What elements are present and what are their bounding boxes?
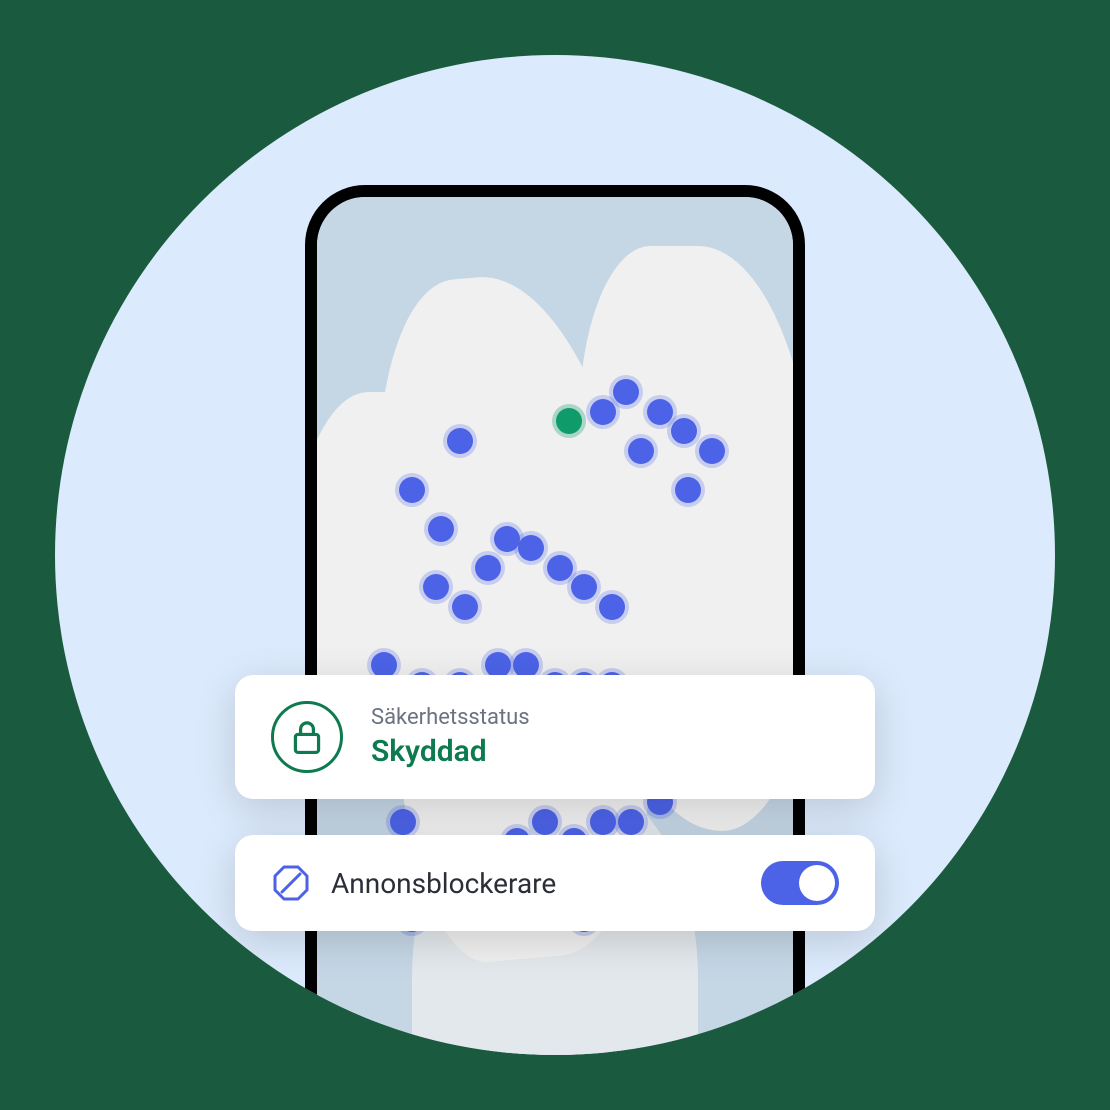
server-location-dot[interactable]: [599, 594, 625, 620]
adblocker-label: Annonsblockerare: [331, 867, 556, 900]
server-location-dot[interactable]: [590, 399, 616, 425]
server-location-dot[interactable]: [532, 809, 558, 835]
toggle-knob: [799, 865, 835, 901]
server-location-dot[interactable]: [518, 535, 544, 561]
server-location-dot[interactable]: [618, 809, 644, 835]
server-location-dot[interactable]: [613, 379, 639, 405]
server-location-dot[interactable]: [699, 438, 725, 464]
server-location-dot[interactable]: [675, 477, 701, 503]
server-location-dot[interactable]: [399, 477, 425, 503]
security-status-card[interactable]: Säkerhetsstatus Skyddad: [235, 675, 875, 799]
adblocker-toggle[interactable]: [761, 861, 839, 905]
server-location-dot[interactable]: [547, 555, 573, 581]
server-location-dot[interactable]: [494, 526, 520, 552]
server-location-dot[interactable]: [571, 574, 597, 600]
current-location-dot[interactable]: [556, 408, 582, 434]
server-location-dot[interactable]: [390, 809, 416, 835]
server-location-dot[interactable]: [423, 574, 449, 600]
block-icon: [271, 863, 311, 903]
status-text-group: Säkerhetsstatus Skyddad: [371, 705, 530, 769]
server-location-dot[interactable]: [452, 594, 478, 620]
server-location-dot[interactable]: [671, 418, 697, 444]
server-location-dot[interactable]: [590, 809, 616, 835]
server-location-dot[interactable]: [628, 438, 654, 464]
adblocker-card[interactable]: Annonsblockerare: [235, 835, 875, 931]
server-location-dot[interactable]: [647, 399, 673, 425]
status-value: Skyddad: [371, 734, 530, 769]
server-location-dot[interactable]: [447, 428, 473, 454]
lock-icon: [271, 701, 343, 773]
server-location-dot[interactable]: [428, 516, 454, 542]
server-location-dot[interactable]: [475, 555, 501, 581]
background-circle: Säkerhetsstatus Skyddad Annonsblockerare: [55, 55, 1055, 1055]
status-label: Säkerhetsstatus: [371, 705, 530, 730]
